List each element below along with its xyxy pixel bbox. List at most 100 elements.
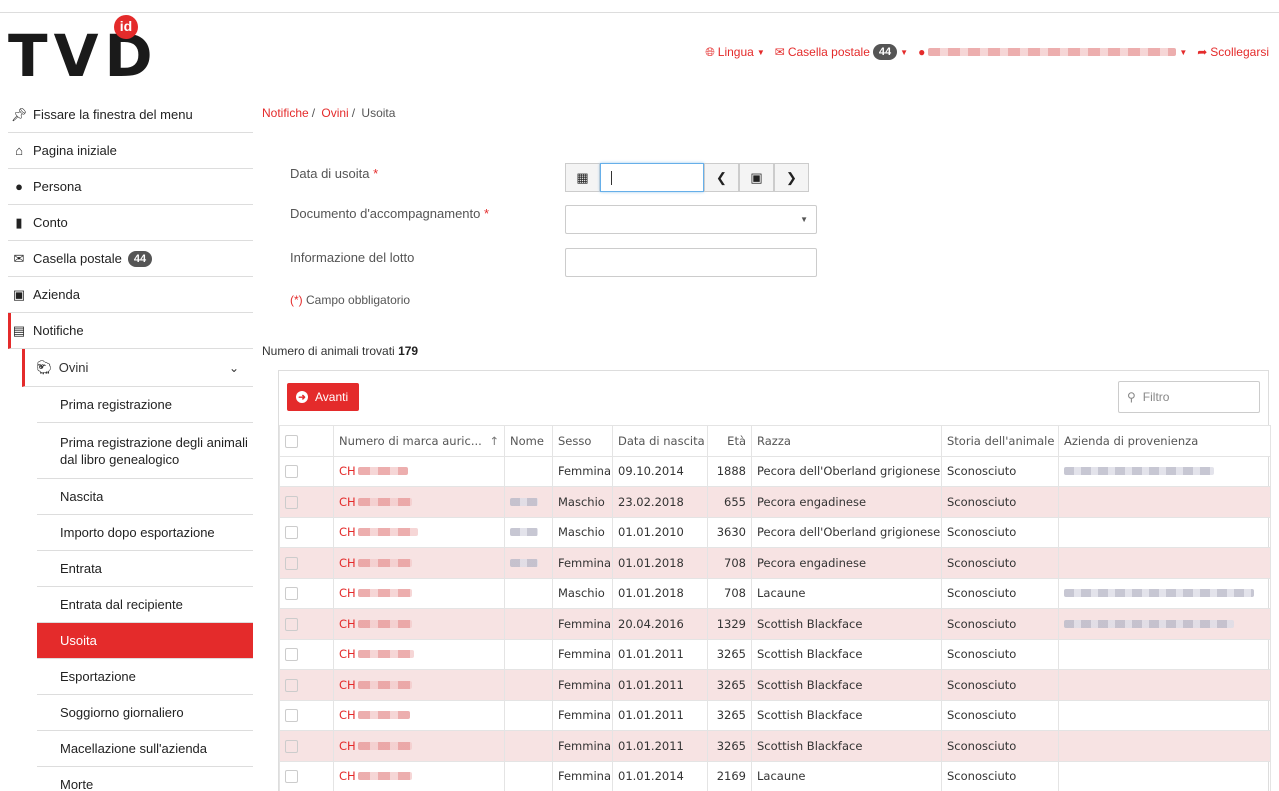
ear-tag-cell[interactable]: CH [333, 669, 505, 701]
col-header-data-nascita[interactable]: Data di nascita [612, 425, 708, 457]
ear-tag-cell[interactable]: CH [333, 547, 505, 579]
sidebar-leaf-entrata-recipiente[interactable]: Entrata dal recipiente [37, 587, 253, 623]
row-checkbox[interactable] [285, 739, 298, 753]
name-cell [504, 486, 553, 518]
checkbox-cell[interactable] [279, 699, 334, 731]
ear-tag-cell[interactable]: CH [333, 608, 505, 640]
checkbox-cell[interactable] [279, 608, 334, 640]
breed-cell: Scottish Blackface [751, 608, 942, 640]
sidebar-item-azienda[interactable]: ▣ Azienda [8, 277, 253, 313]
sidebar-leaf-nascita[interactable]: Nascita [37, 479, 253, 515]
col-header-nome[interactable]: Nome [504, 425, 553, 457]
language-label: Lingua [717, 45, 754, 59]
sidebar-item-conto[interactable]: ▮ Conto [8, 205, 253, 241]
row-checkbox[interactable] [285, 770, 298, 784]
checkbox-cell[interactable] [279, 547, 334, 579]
table-row[interactable]: CH Femmina 01.01.2011 3265 Scottish Blackfac… [279, 699, 1271, 731]
col-header-marca[interactable]: Numero di marca auric... ↑ [333, 425, 505, 457]
sex-cell: Femmina [552, 730, 613, 762]
ear-tag-cell[interactable]: CH [333, 730, 505, 762]
sidebar-item-mailbox[interactable]: ✉ Casella postale 44 [8, 241, 253, 277]
row-checkbox[interactable] [285, 678, 298, 692]
ear-tag-cell[interactable]: CH [333, 516, 505, 548]
language-menu[interactable]: 🌐︎ Lingua ▼ [705, 45, 765, 60]
history-cell: Sconosciuto [941, 516, 1059, 548]
ear-tag-cell[interactable]: CH [333, 577, 505, 609]
row-checkbox[interactable] [285, 495, 298, 509]
col-header-eta[interactable]: Età [707, 425, 752, 457]
next-day-button[interactable]: ❯ [774, 163, 809, 192]
ear-tag-cell[interactable]: CH [333, 486, 505, 518]
row-checkbox[interactable] [285, 465, 298, 479]
today-button[interactable]: ▣ [739, 163, 774, 192]
sidebar-item-pin-menu[interactable]: 📌︎ Fissare la finestra del menu [8, 97, 253, 133]
date-input[interactable] [600, 163, 704, 192]
logout-link[interactable]: ➦ Scollegarsi [1197, 45, 1269, 59]
ear-tag-redacted [357, 680, 412, 689]
document-select[interactable]: ▼ [565, 205, 817, 234]
calendar-button[interactable]: ▦ [565, 163, 600, 192]
ear-tag-cell[interactable]: CH [333, 455, 505, 487]
date-picker: ▦ ❮ ▣ ❯ [565, 163, 809, 192]
sidebar-item-notifiche[interactable]: ▤ Notifiche [8, 313, 253, 349]
table-row[interactable]: CH Maschio 01.01.2018 708 Lacaune Sconosciuto [279, 577, 1271, 609]
prev-day-button[interactable]: ❮ [704, 163, 739, 192]
sidebar-leaf-usoita[interactable]: Usoita [37, 623, 253, 659]
factory-icon: ▣ [12, 286, 26, 302]
table-row[interactable]: CH Maschio 01.01.2010 3630 Pecora dell'Oberl… [279, 516, 1271, 548]
table-row[interactable]: CH Maschio 23.02.2018 655 Pecora engadinese S… [279, 486, 1271, 518]
checkbox-cell[interactable] [279, 455, 334, 487]
ear-tag-cell[interactable]: CH [333, 760, 505, 791]
table-row[interactable]: CH Femmina 01.01.2011 3265 Scottish Blackfac… [279, 730, 1271, 762]
select-all-cell[interactable] [279, 425, 334, 457]
avanti-button[interactable]: ➜ Avanti [287, 383, 360, 411]
checkbox-cell[interactable] [279, 516, 334, 548]
row-checkbox[interactable] [285, 526, 298, 540]
table-row[interactable]: CH Femmina 01.01.2011 3265 Scottish Blackfac… [279, 669, 1271, 701]
row-checkbox[interactable] [285, 617, 298, 631]
row-checkbox[interactable] [285, 709, 298, 723]
table-row[interactable]: CH Femmina 01.01.2014 2169 Lacaune Sconosciut… [279, 760, 1271, 791]
checkbox-cell[interactable] [279, 577, 334, 609]
sidebar-item-home[interactable]: ⌂ Pagina iniziale [8, 133, 253, 169]
row-checkbox[interactable] [285, 587, 298, 601]
table-row[interactable]: CH Femmina 20.04.2016 1329 Scottish Blackfac… [279, 608, 1271, 640]
user-menu[interactable]: ● ▼ [918, 45, 1187, 59]
sidebar-leaf-prima-registrazione-libro[interactable]: Prima registrazione degli animali dal li… [37, 423, 253, 479]
sidebar-submenu-ovini[interactable]: 🐑︎ Ovini ⌄ [22, 349, 253, 387]
checkbox-cell[interactable] [279, 638, 334, 670]
col-header-azienda[interactable]: Azienda di provenienza [1058, 425, 1271, 457]
checkbox-cell[interactable] [279, 669, 334, 701]
mailbox-menu[interactable]: ✉ Casella postale 44 ▼ [775, 44, 908, 60]
sidebar-leaf-importo[interactable]: Importo dopo esportazione [37, 515, 253, 551]
select-all-checkbox[interactable] [285, 434, 298, 448]
filter-input[interactable]: ⚲ Filtro [1118, 381, 1260, 413]
name-cell [504, 577, 553, 609]
row-checkbox[interactable] [285, 648, 298, 662]
ear-tag-cell[interactable]: CH [333, 699, 505, 731]
ear-tag-cell[interactable]: CH [333, 638, 505, 670]
sidebar-leaf-esportazione[interactable]: Esportazione [37, 659, 253, 695]
sidebar-leaf-soggiorno[interactable]: Soggiorno giornaliero [37, 695, 253, 731]
checkbox-cell[interactable] [279, 730, 334, 762]
checkbox-cell[interactable] [279, 486, 334, 518]
sidebar-leaf-macellazione[interactable]: Macellazione sull'azienda [37, 731, 253, 767]
sidebar-item-persona[interactable]: ● Persona [8, 169, 253, 205]
table-row[interactable]: CH Femmina 01.01.2018 708 Pecora engadinese S… [279, 547, 1271, 579]
name-cell [504, 547, 553, 579]
sidebar-leaf-prima-registrazione[interactable]: Prima registrazione [37, 387, 253, 423]
col-header-razza[interactable]: Razza [751, 425, 942, 457]
table-row[interactable]: CH Femmina 01.01.2011 3265 Scottish Blackfac… [279, 638, 1271, 670]
breadcrumb-ovini[interactable]: Ovini [321, 106, 348, 120]
breadcrumb-notifiche[interactable]: Notifiche [262, 106, 309, 120]
lot-input[interactable] [565, 248, 817, 277]
sidebar-item-label: Casella postale [33, 251, 122, 266]
col-header-sesso[interactable]: Sesso [552, 425, 613, 457]
checkbox-cell[interactable] [279, 760, 334, 791]
table-row[interactable]: CH Femmina 09.10.2014 1888 Pecora dell'Oberl… [279, 455, 1271, 487]
sidebar-leaf-entrata[interactable]: Entrata [37, 551, 253, 587]
col-header-storia[interactable]: Storia dell'animale [941, 425, 1059, 457]
sidebar-leaf-morte[interactable]: Morte [37, 767, 253, 791]
dob-cell: 01.01.2011 [612, 638, 708, 670]
row-checkbox[interactable] [285, 556, 298, 570]
